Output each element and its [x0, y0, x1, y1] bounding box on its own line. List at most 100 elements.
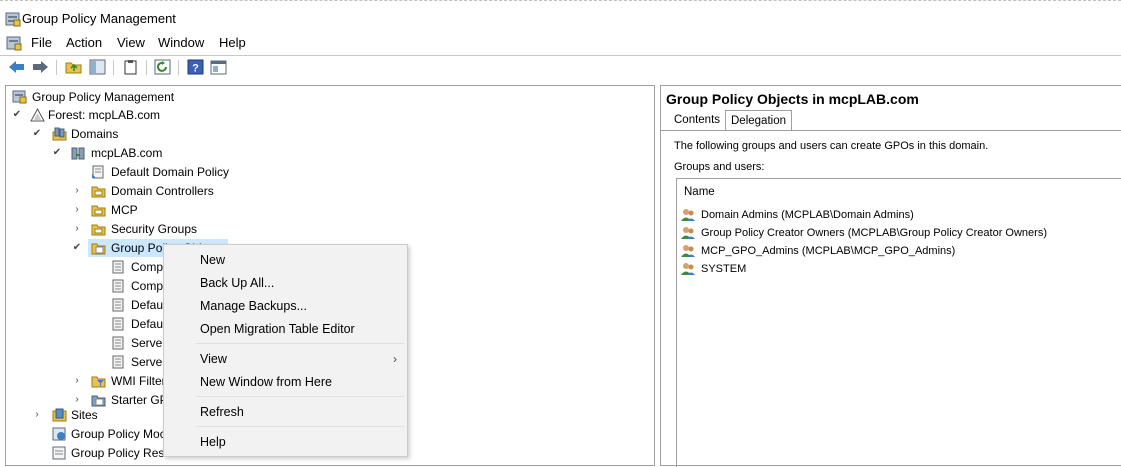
tree-item-label: Group Policy Management: [32, 90, 175, 104]
tree-item-security-groups[interactable]: › Security Groups: [10, 220, 650, 238]
menu-item-help[interactable]: Help: [164, 431, 407, 453]
context-menu: New Back Up All... Manage Backups... Ope…: [163, 244, 408, 457]
menu-window[interactable]: Window: [156, 34, 206, 52]
delegation-description: The following groups and users can creat…: [674, 140, 989, 152]
tree-item-label: Defaul: [131, 298, 166, 312]
menu-help[interactable]: Help: [217, 34, 248, 52]
chevron-right-icon[interactable]: ›: [72, 201, 82, 219]
details-pane: Group Policy Objects in mcpLAB.com Conte…: [660, 85, 1121, 467]
menu-item-label: New Window from Here: [200, 375, 332, 389]
toolbar: ?: [0, 55, 1121, 79]
menu-item-new[interactable]: New: [164, 249, 407, 271]
list-item[interactable]: Domain Admins (MCPLAB\Domain Admins): [681, 206, 1121, 224]
gpo-folder-icon: [91, 243, 106, 255]
menu-separator: [196, 343, 404, 344]
title-bar: Group Policy Management: [0, 0, 1121, 34]
menu-item-label: New: [200, 253, 226, 267]
menu-item-manage-backups[interactable]: Manage Backups...: [164, 295, 407, 317]
tree-item-default-domain-policy[interactable]: Default Domain Policy: [10, 163, 650, 181]
tab-contents[interactable]: Contents: [669, 110, 725, 130]
back-icon[interactable]: [8, 59, 26, 75]
tree-item-label: WMI Filter: [111, 374, 166, 388]
toolbar-separator: [178, 60, 179, 75]
gpo-link-icon: [92, 165, 104, 179]
gpo-icon: [112, 336, 124, 350]
tree-item-label: Group Policy Moc: [71, 427, 166, 441]
chevron-right-icon[interactable]: ›: [72, 220, 82, 238]
gpo-icon: [112, 355, 124, 369]
tree-item-domain[interactable]: ✔ mcpLAB.com: [10, 144, 650, 162]
toolbar-separator: [113, 60, 114, 75]
chevron-right-icon[interactable]: ›: [72, 372, 82, 390]
tree-item-label: Server: [131, 355, 167, 369]
details-title: Group Policy Objects in mcpLAB.com: [666, 91, 919, 107]
list-item[interactable]: Group Policy Creator Owners (MCPLAB\Grou…: [681, 224, 1121, 242]
chevron-right-icon[interactable]: ›: [32, 406, 42, 424]
tree-item-mcp[interactable]: › MCP: [10, 201, 650, 219]
chevron-down-icon[interactable]: ✔: [52, 144, 62, 162]
svg-text:?: ?: [192, 63, 199, 75]
tab-delegation[interactable]: Delegation: [725, 110, 792, 130]
tree-item-root[interactable]: Group Policy Management: [10, 88, 650, 106]
user-group-icon: [681, 245, 695, 257]
tab-strip-border: [661, 130, 1121, 131]
chevron-right-icon[interactable]: ›: [72, 182, 82, 200]
gpmc-icon: [12, 90, 27, 104]
menu-item-back-up-all[interactable]: Back Up All...: [164, 272, 407, 294]
list-item[interactable]: SYSTEM: [681, 260, 1121, 278]
chevron-down-icon[interactable]: ✔: [12, 106, 22, 124]
results-icon: [52, 446, 66, 460]
menu-file[interactable]: File: [29, 34, 54, 52]
menu-action[interactable]: Action: [64, 34, 104, 52]
help-icon[interactable]: ?: [187, 59, 205, 75]
gpo-icon: [112, 317, 124, 331]
forward-icon[interactable]: [31, 59, 49, 75]
mmc-document-icon[interactable]: [6, 35, 22, 51]
ou-folder-icon: [91, 186, 106, 198]
tree-item-domains[interactable]: ✔ Domains: [10, 125, 650, 143]
menu-view[interactable]: View: [115, 34, 147, 52]
gpo-icon: [112, 298, 124, 312]
up-folder-icon[interactable]: [65, 59, 83, 75]
tree-item-label: Server: [131, 336, 167, 350]
menu-item-label: Help: [200, 435, 226, 449]
sites-icon: [52, 408, 67, 422]
tree-item-label: Domains: [71, 127, 119, 141]
chevron-down-icon[interactable]: ✔: [32, 125, 42, 143]
new-window-icon[interactable]: [210, 59, 228, 75]
show-hide-tree-icon[interactable]: [89, 59, 107, 75]
refresh-icon[interactable]: [154, 59, 172, 75]
tree-item-label: Defaul: [131, 317, 166, 331]
chevron-down-icon[interactable]: ✔: [72, 239, 82, 257]
user-group-icon: [681, 263, 695, 275]
menu-separator: [196, 426, 404, 427]
properties-icon[interactable]: [122, 59, 140, 75]
column-header-name[interactable]: Name: [684, 186, 715, 198]
menu-item-refresh[interactable]: Refresh: [164, 401, 407, 423]
toolbar-separator: [146, 60, 147, 75]
menu-item-new-window-from-here[interactable]: New Window from Here: [164, 371, 407, 393]
tree-item-label: Comp: [131, 260, 164, 274]
menu-separator: [196, 396, 404, 397]
window-title: Group Policy Management: [22, 11, 176, 26]
modeling-icon: [52, 427, 66, 441]
tree-item-label: Comp: [131, 279, 164, 293]
domain-icon: [71, 147, 85, 160]
gpo-icon: [112, 279, 124, 293]
gpo-icon: [112, 260, 124, 274]
gpmc-app-icon: [5, 12, 21, 27]
tree-item-domain-controllers[interactable]: › Domain Controllers: [10, 182, 650, 200]
menu-item-label: View: [200, 352, 227, 366]
list-item-label: Group Policy Creator Owners (MCPLAB\Grou…: [701, 227, 1047, 239]
starter-gpo-folder-icon: [91, 395, 106, 407]
tree-item-forest[interactable]: ✔ Forest: mcpLAB.com: [10, 106, 650, 124]
groups-users-list[interactable]: Name Domain Admins (MCPLAB\Domain Admins…: [676, 178, 1121, 467]
menu-item-open-migration-table-editor[interactable]: Open Migration Table Editor: [164, 318, 407, 340]
ou-folder-icon: [91, 224, 106, 236]
menu-item-label: Open Migration Table Editor: [200, 322, 355, 336]
tree-item-label: mcpLAB.com: [91, 146, 163, 160]
list-item[interactable]: MCP_GPO_Admins (MCPLAB\MCP_GPO_Admins): [681, 242, 1121, 260]
domains-icon: [52, 127, 67, 141]
menu-item-view[interactable]: View ›: [164, 348, 407, 370]
tree-item-label: Sites: [71, 408, 98, 422]
